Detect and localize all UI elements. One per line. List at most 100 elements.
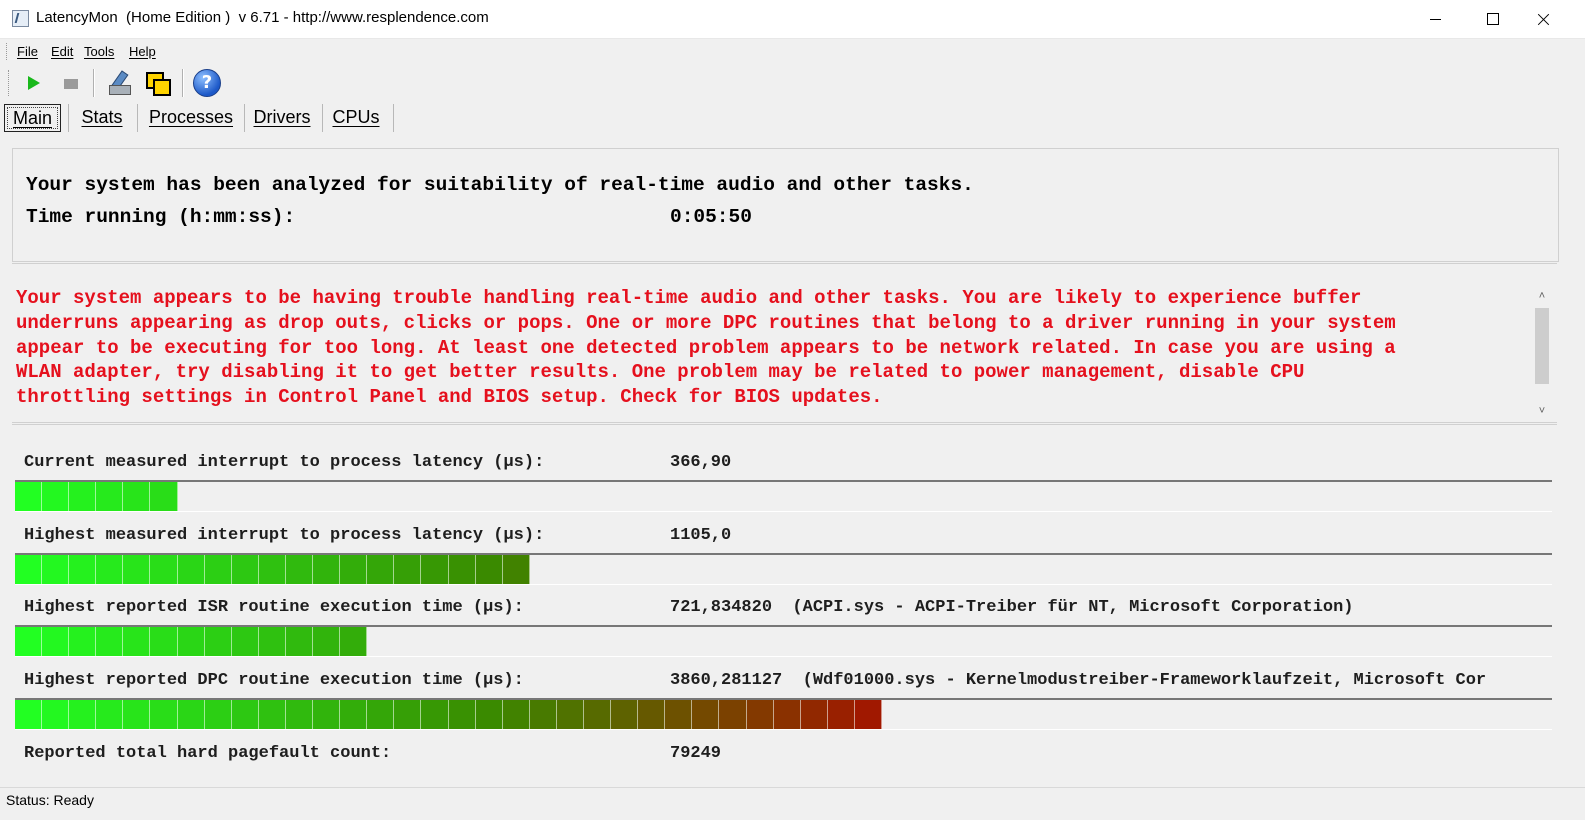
bar-segment <box>150 700 178 729</box>
bar-segment <box>150 627 178 656</box>
bar-segment <box>231 700 259 729</box>
bar-segment <box>340 700 368 729</box>
menu-bar: File Edit Tools Help <box>0 38 1585 64</box>
bar-segment <box>123 482 151 511</box>
start-button[interactable] <box>19 69 47 97</box>
latencymon-app-icon <box>12 10 29 27</box>
bar-segment <box>42 700 70 729</box>
analysis-text: Your system has been analyzed for suitab… <box>26 174 974 196</box>
maximize-button[interactable] <box>1465 0 1523 38</box>
bar-segment <box>367 700 395 729</box>
status-bar: Status: Ready <box>0 787 1585 820</box>
help-button[interactable]: ? <box>192 69 221 97</box>
latency-bar-fill <box>15 700 882 729</box>
tab-separator <box>393 104 394 132</box>
help-icon: ? <box>193 69 221 97</box>
bar-segment <box>96 555 124 584</box>
bar-segment <box>69 627 97 656</box>
bar-segment <box>313 627 341 656</box>
stop-icon <box>64 79 78 89</box>
toolbar-grip <box>8 70 11 96</box>
scroll-thumb[interactable] <box>1535 308 1549 384</box>
bar-segment <box>204 555 232 584</box>
metric-value: 79249 <box>670 744 722 763</box>
menu-file[interactable]: File <box>17 44 38 59</box>
window-title: LatencyMon (Home Edition ) v 6.71 - http… <box>36 9 489 26</box>
tab-separator <box>322 104 323 132</box>
bar-segment <box>150 482 178 511</box>
bar-segment <box>96 700 124 729</box>
stop-button[interactable] <box>56 69 84 97</box>
minimize-button[interactable] <box>1407 0 1465 38</box>
bar-segment <box>800 700 828 729</box>
menu-help[interactable]: Help <box>129 44 156 59</box>
tab-bar: Main Stats Processes Drivers CPUs <box>0 102 1585 134</box>
bar-segment <box>177 555 205 584</box>
bar-segment <box>529 700 557 729</box>
bar-segment <box>177 700 205 729</box>
bar-segment <box>421 700 449 729</box>
bar-segment <box>692 700 720 729</box>
bar-segment <box>313 555 341 584</box>
time-running-label: Time running (h:mm:ss): <box>26 206 296 228</box>
bar-segment <box>556 700 584 729</box>
summary-panel: Your system has been analyzed for suitab… <box>12 148 1559 262</box>
scroll-up-icon[interactable]: ˄ <box>1533 288 1551 305</box>
bar-segment <box>448 555 476 584</box>
tab-drivers[interactable]: Drivers <box>250 104 314 132</box>
bar-segment <box>69 700 97 729</box>
close-button[interactable] <box>1525 0 1583 38</box>
bar-segment <box>313 700 341 729</box>
metric-label: Highest reported DPC routine execution t… <box>24 671 524 690</box>
latency-bar <box>15 480 1552 512</box>
play-icon <box>28 76 40 90</box>
bar-segment <box>69 482 97 511</box>
bar-segment <box>719 700 747 729</box>
bar-segment <box>15 627 43 656</box>
toolbar-separator <box>93 69 95 97</box>
tab-cpus[interactable]: CPUs <box>330 104 382 132</box>
bar-segment <box>42 482 70 511</box>
latency-bar-fill <box>15 482 178 511</box>
bar-segment <box>231 627 259 656</box>
warning-panel: Your system appears to be having trouble… <box>12 263 1557 423</box>
bar-segment <box>421 555 449 584</box>
tab-stats[interactable]: Stats <box>76 104 128 132</box>
bar-segment <box>123 555 151 584</box>
bar-segment <box>475 555 503 584</box>
latency-bar <box>15 698 1552 730</box>
bar-segment <box>258 555 286 584</box>
warning-scrollbar[interactable]: ˄ ˅ <box>1533 288 1551 420</box>
bar-segment <box>340 627 368 656</box>
menu-edit[interactable]: Edit <box>51 44 73 59</box>
bar-segment <box>746 700 774 729</box>
menu-tools[interactable]: Tools <box>84 44 114 59</box>
bar-segment <box>96 482 124 511</box>
analyze-tool-icon <box>108 70 131 95</box>
status-text: Status: Ready <box>6 792 94 808</box>
bar-segment <box>15 700 43 729</box>
metric-label: Reported total hard pagefault count: <box>24 744 392 763</box>
analyze-tool-button[interactable] <box>104 69 132 97</box>
windows-button[interactable] <box>143 69 171 97</box>
bar-segment <box>665 700 693 729</box>
tab-main[interactable]: Main <box>4 104 61 132</box>
metric-value: 1105,0 <box>670 526 732 545</box>
metric-value: 366,90 <box>670 453 732 472</box>
latency-bar-fill <box>15 627 368 656</box>
bar-segment <box>285 555 314 584</box>
warning-message: Your system appears to be having trouble… <box>16 287 1396 409</box>
bar-segment <box>42 627 70 656</box>
scroll-down-icon[interactable]: ˅ <box>1533 403 1551 420</box>
bar-segment <box>827 700 855 729</box>
bar-segment <box>96 627 124 656</box>
tab-separator <box>137 104 138 132</box>
metric-label: Highest reported ISR routine execution t… <box>24 598 524 617</box>
bar-segment <box>394 555 422 584</box>
bar-segment <box>258 700 286 729</box>
bar-segment <box>123 627 151 656</box>
tab-processes[interactable]: Processes <box>148 104 234 132</box>
toolbar-separator <box>182 69 184 97</box>
title-bar: LatencyMon (Home Edition ) v 6.71 - http… <box>0 0 1585 38</box>
tab-separator <box>244 104 245 132</box>
